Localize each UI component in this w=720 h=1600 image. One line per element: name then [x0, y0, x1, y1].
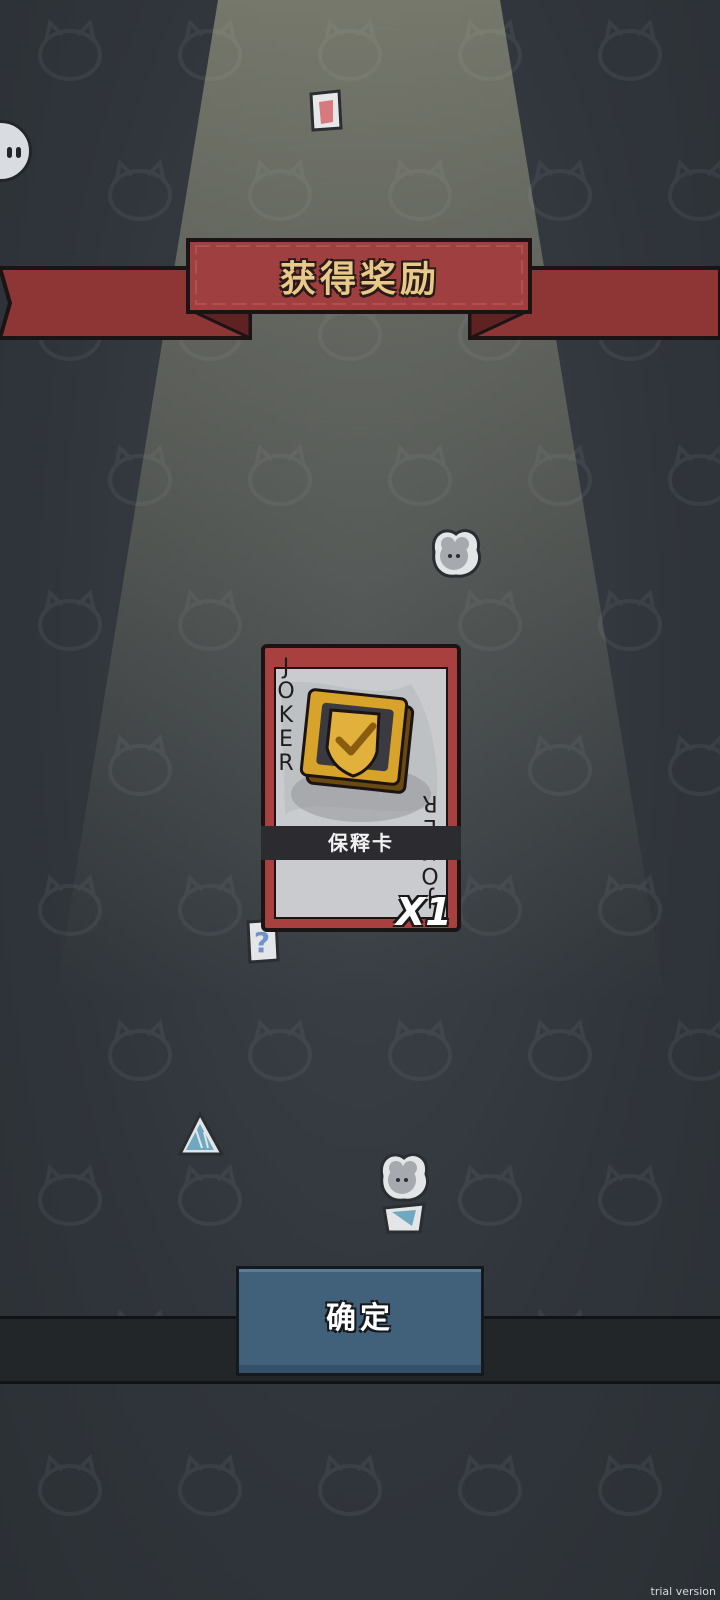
shield-check-icon — [299, 688, 415, 794]
card-count: X1 — [396, 890, 452, 934]
card-name: 保释卡 — [261, 826, 461, 860]
mouse-sticker-icon — [431, 529, 481, 578]
card-corner-label-top: JOKER — [277, 655, 295, 776]
eye-icon — [16, 147, 21, 158]
eye-icon — [7, 147, 12, 158]
paper-sticker-icon — [309, 89, 343, 132]
reward-screen: 获得奖励 ? JOKER JO R 保释卡 X1 确定 trial versio… — [0, 0, 720, 1600]
triangle-sticker-icon — [177, 1110, 225, 1156]
confirm-button[interactable]: 确定 — [236, 1266, 484, 1376]
mouse-sticker-icon — [379, 1153, 429, 1202]
triangle-sticker-icon — [382, 1202, 426, 1234]
trial-watermark: trial version — [650, 1585, 716, 1598]
reward-title: 获得奖励 — [279, 259, 440, 300]
